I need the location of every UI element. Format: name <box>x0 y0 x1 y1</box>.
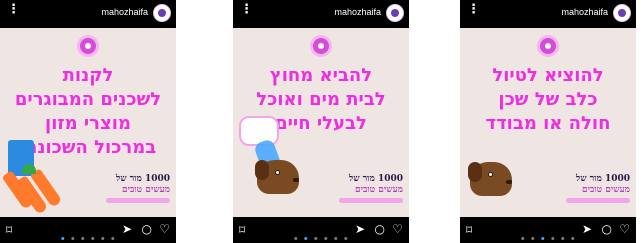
carousel-dot-active <box>304 237 308 240</box>
carousel-dot-active <box>61 237 65 240</box>
instagram-post-3: ⋮ mahozhaifa להוציא לטיול כלב של שכן חול… <box>460 0 636 243</box>
send-icon[interactable]: ➤ <box>582 222 592 236</box>
logo-text-middle: מעשים טובים <box>355 185 403 195</box>
carousel-dot <box>551 237 555 240</box>
heart-icon[interactable]: ♡ <box>619 222 630 236</box>
dog-eye-illustration <box>275 170 280 175</box>
carousel-dot <box>531 237 535 240</box>
carousel-dot <box>81 237 85 240</box>
post-username[interactable]: mahozhaifa <box>101 7 148 17</box>
headline-line-2: כלב של שכן <box>498 89 598 110</box>
send-icon[interactable]: ➤ <box>355 222 365 236</box>
dog-ear-illustration <box>255 160 269 180</box>
bookmark-icon[interactable]: ⌑ <box>466 223 472 237</box>
carousel-dot <box>324 237 328 240</box>
comment-icon[interactable]: ○ <box>602 222 612 236</box>
logo-text-top: 1000 מור של <box>116 174 170 184</box>
headline-line-1: לקנות <box>62 65 114 86</box>
post-image: לקנות לשכנים המבוגרים מוצרי מזון במרכול … <box>0 28 176 217</box>
dog-ear-illustration <box>468 162 482 182</box>
more-vertical-icon[interactable]: ⋮ <box>240 3 253 17</box>
post-username[interactable]: mahozhaifa <box>561 7 608 17</box>
heart-icon[interactable]: ♡ <box>392 222 403 236</box>
bookmark-icon[interactable]: ⌑ <box>239 223 245 237</box>
post-actions: ⌑ ➤ ○ ♡ <box>0 217 176 243</box>
post-header: ⋮ mahozhaifa <box>0 0 176 28</box>
carousel-dots <box>520 228 575 243</box>
headline-line-2: לשכנים המבוגרים <box>14 89 162 110</box>
carousel-dot <box>334 237 338 240</box>
post-header: ⋮ mahozhaifa <box>233 0 409 28</box>
carousel-dot <box>521 237 525 240</box>
carousel-dot <box>294 237 298 240</box>
dog-nose-illustration <box>506 180 512 184</box>
post-image: להוציא לטיול כלב של שכן חולה או מבודד 10… <box>460 28 636 217</box>
profile-avatar[interactable] <box>153 4 171 22</box>
carousel-dot <box>101 237 105 240</box>
flower-logo-icon <box>313 38 329 54</box>
more-vertical-icon[interactable]: ⋮ <box>467 3 480 17</box>
carousel-dot <box>561 237 565 240</box>
flower-logo-icon <box>80 38 96 54</box>
campaign-logo: 1000 מור של מעשים טובים <box>106 173 170 207</box>
post-username[interactable]: mahozhaifa <box>334 7 381 17</box>
comment-icon[interactable]: ○ <box>375 222 385 236</box>
headline-line-1: להביא מחוץ <box>269 65 373 86</box>
send-icon[interactable]: ➤ <box>122 222 132 236</box>
logo-underline <box>566 198 630 203</box>
logo-text-middle: מעשים טובים <box>122 185 170 195</box>
dog-eye-illustration <box>488 172 493 177</box>
logo-text-middle: מעשים טובים <box>582 185 630 195</box>
instagram-post-1: ⋮ mahozhaifa לקנות לשכנים המבוגרים מוצרי… <box>0 0 176 243</box>
headline-line-2: לבית מים ואוכל <box>256 89 386 110</box>
carousel-dot <box>314 237 318 240</box>
headline-line-3: מוצרי מזון <box>45 113 131 134</box>
post-headline: להוציא לטיול כלב של שכן חולה או מבודד <box>466 64 630 136</box>
profile-avatar[interactable] <box>386 4 404 22</box>
headline-line-3: חולה או מבודד <box>485 113 611 134</box>
dog-nose-illustration <box>293 178 299 182</box>
campaign-logo: 1000 מור של מעשים טובים <box>339 173 403 207</box>
carousel-dot <box>571 237 575 240</box>
logo-underline <box>339 198 403 203</box>
carousel-dot <box>111 237 115 240</box>
profile-avatar[interactable] <box>613 4 631 22</box>
logo-text-top: 1000 מור של <box>349 174 403 184</box>
carousel-dot <box>91 237 95 240</box>
instagram-post-2: ⋮ mahozhaifa להביא מחוץ לבית מים ואוכל ל… <box>233 0 409 243</box>
post-header: ⋮ mahozhaifa <box>460 0 636 28</box>
post-image: להביא מחוץ לבית מים ואוכל לבעלי חיים 100… <box>233 28 409 217</box>
heart-icon[interactable]: ♡ <box>159 222 170 236</box>
carousel-dots <box>293 228 348 243</box>
carousel-dot-active <box>541 237 545 240</box>
carousel-dot <box>344 237 348 240</box>
bookmark-icon[interactable]: ⌑ <box>6 223 12 237</box>
logo-underline <box>106 198 170 203</box>
flower-logo-icon <box>540 38 556 54</box>
headline-line-1: להוציא לטיול <box>492 65 604 86</box>
carrot-leaf-illustration <box>22 164 36 174</box>
comment-icon[interactable]: ○ <box>142 222 152 236</box>
carousel-dot <box>71 237 75 240</box>
logo-text-top: 1000 מור של <box>576 174 630 184</box>
carousel-dots <box>60 228 115 243</box>
campaign-logo: 1000 מור של מעשים טובים <box>566 173 630 207</box>
post-actions: ⌑ ➤ ○ ♡ <box>460 217 636 243</box>
post-actions: ⌑ ➤ ○ ♡ <box>233 217 409 243</box>
more-vertical-icon[interactable]: ⋮ <box>7 3 20 17</box>
